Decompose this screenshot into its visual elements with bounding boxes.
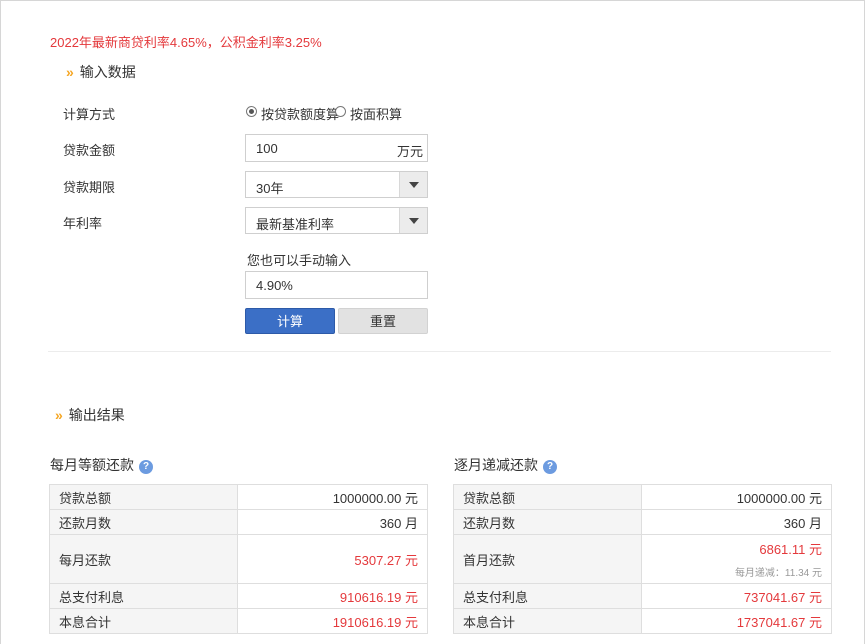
output-section-title-text: 输出结果 (68, 407, 125, 423)
reset-button[interactable]: 重置 (338, 308, 428, 334)
table-row: 还款月数 360 月 (453, 509, 832, 535)
row-value: 1000000.00 元 (641, 484, 832, 510)
radio-by-amount[interactable] (246, 106, 257, 117)
row-key: 本息合计 (453, 608, 642, 634)
table-row: 首月还款 6861.11 元 每月递减：11.34 元 (453, 534, 832, 584)
decreasing-payment-title-text: 逐月递减还款 (454, 457, 538, 473)
loan-amount-unit: 万元 (396, 144, 423, 159)
loan-term-select[interactable]: 30年 (245, 171, 428, 198)
rate-select-value[interactable]: 最新基准利率 (256, 214, 334, 233)
manual-rate-hint: 您也可以手动输入 (247, 253, 352, 268)
table-row: 每月还款 5307.27 元 (49, 534, 428, 584)
input-section-title-text: 输入数据 (79, 64, 136, 80)
chevron-down-icon[interactable] (399, 172, 427, 197)
row-value: 5307.27 元 (237, 534, 428, 584)
manual-rate-value[interactable]: 4.90% (256, 278, 293, 293)
row-value: 910616.19 元 (237, 583, 428, 609)
row-value: 1737041.67 元 (641, 608, 832, 634)
row-key: 本息合计 (49, 608, 238, 634)
chevron-right-icon: » (66, 64, 74, 80)
loan-amount-value[interactable]: 100 (256, 141, 278, 156)
table-row: 贷款总额 1000000.00 元 (49, 484, 428, 510)
row-key: 总支付利息 (49, 583, 238, 609)
monthly-decrease-note: 每月递减：11.34 元 (734, 568, 822, 579)
table-row: 本息合计 1910616.19 元 (49, 608, 428, 634)
input-section-title: » 输入数据 (66, 62, 136, 82)
chevron-down-icon[interactable] (399, 208, 427, 233)
equal-payment-table: 贷款总额 1000000.00 元 还款月数 360 月 每月还款 5307.2… (49, 484, 428, 634)
table-row: 本息合计 1737041.67 元 (453, 608, 832, 634)
row-value: 360 月 (237, 509, 428, 535)
calc-method-label: 计算方式 (63, 107, 116, 122)
table-row: 贷款总额 1000000.00 元 (453, 484, 832, 510)
loan-amount-input[interactable]: 100 万元 (245, 134, 428, 162)
row-key: 每月还款 (49, 534, 238, 584)
loan-amount-label: 贷款金额 (63, 143, 116, 158)
row-value: 1000000.00 元 (237, 484, 428, 510)
radio-by-amount-label[interactable]: 按贷款额度算 (261, 104, 339, 123)
rate-label: 年利率 (63, 216, 103, 231)
calculate-button[interactable]: 计算 (245, 308, 335, 334)
row-key: 还款月数 (49, 509, 238, 535)
row-key: 首月还款 (453, 534, 642, 584)
table-row: 总支付利息 737041.67 元 (453, 583, 832, 609)
row-key: 还款月数 (453, 509, 642, 535)
section-divider (48, 351, 831, 352)
table-row: 总支付利息 910616.19 元 (49, 583, 428, 609)
chevron-right-icon: » (55, 407, 63, 423)
manual-rate-input[interactable]: 4.90% (245, 271, 428, 299)
help-icon[interactable]: ? (139, 460, 153, 474)
row-value: 737041.67 元 (641, 583, 832, 609)
row-value: 360 月 (641, 509, 832, 535)
row-value: 1910616.19 元 (237, 608, 428, 634)
row-value-cell: 6861.11 元 每月递减：11.34 元 (641, 534, 832, 584)
decreasing-payment-table: 贷款总额 1000000.00 元 还款月数 360 月 首月还款 6861.1… (453, 484, 832, 634)
help-icon[interactable]: ? (543, 460, 557, 474)
rate-select[interactable]: 最新基准利率 (245, 207, 428, 234)
rate-notice: 2022年最新商贷利率4.65%，公积金利率3.25% (50, 35, 322, 50)
row-value: 6861.11 元 (759, 542, 822, 557)
equal-payment-title-text: 每月等额还款 (50, 457, 134, 473)
row-key: 贷款总额 (453, 484, 642, 510)
decreasing-payment-title: 逐月递减还款? (454, 455, 557, 475)
loan-term-label: 贷款期限 (63, 180, 116, 195)
output-section-title: » 输出结果 (55, 405, 125, 425)
radio-by-area[interactable] (335, 106, 346, 117)
equal-payment-title: 每月等额还款? (50, 455, 153, 475)
radio-by-area-label[interactable]: 按面积算 (350, 104, 402, 123)
row-key: 总支付利息 (453, 583, 642, 609)
loan-term-value[interactable]: 30年 (256, 178, 283, 197)
row-key: 贷款总额 (49, 484, 238, 510)
table-row: 还款月数 360 月 (49, 509, 428, 535)
